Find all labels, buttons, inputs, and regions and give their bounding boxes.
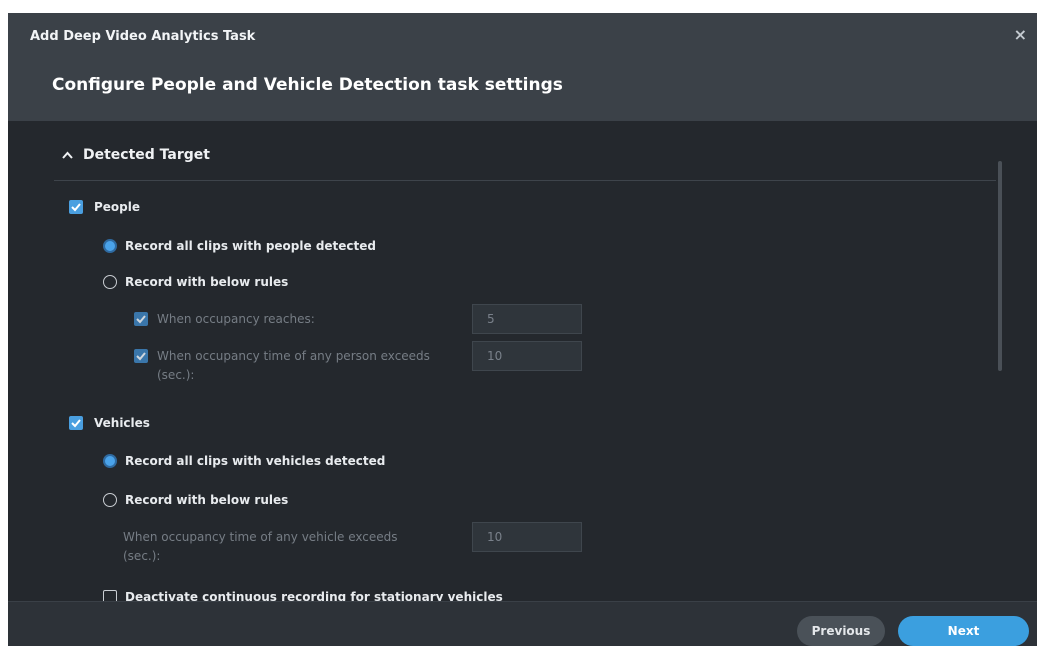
person-occupancy-time-checkbox[interactable] bbox=[134, 349, 148, 363]
content-scrollbar[interactable] bbox=[998, 161, 1002, 371]
vehicles-checkbox[interactable] bbox=[69, 416, 83, 430]
vehicle-occupancy-time-label: When occupancy time of any vehicle excee… bbox=[123, 530, 398, 544]
next-button[interactable]: Next bbox=[898, 616, 1029, 646]
close-icon[interactable]: × bbox=[1014, 25, 1027, 44]
section-divider bbox=[54, 180, 996, 181]
dialog-header: Add Deep Video Analytics Task × Configur… bbox=[8, 13, 1037, 121]
occupancy-reaches-input[interactable]: 5 bbox=[472, 304, 582, 334]
people-record-rules-label: Record with below rules bbox=[125, 275, 289, 289]
person-occupancy-time-unit: (sec.): bbox=[157, 368, 195, 382]
vehicles-record-all-radio[interactable] bbox=[103, 454, 117, 468]
dialog-title: Add Deep Video Analytics Task bbox=[30, 29, 256, 44]
vehicles-record-all-label: Record all clips with vehicles detected bbox=[125, 454, 386, 468]
people-record-all-label: Record all clips with people detected bbox=[125, 239, 377, 253]
chevron-up-icon bbox=[62, 147, 73, 163]
occupancy-reaches-label: When occupancy reaches: bbox=[157, 312, 315, 326]
vehicle-occupancy-time-input[interactable]: 10 bbox=[472, 522, 582, 552]
vehicles-label: Vehicles bbox=[94, 416, 150, 430]
person-occupancy-time-label: When occupancy time of any person exceed… bbox=[157, 349, 430, 363]
dialog-footer: Previous Next bbox=[8, 601, 1037, 646]
settings-content: Detected Target People Record all clips … bbox=[8, 121, 1037, 604]
person-occupancy-time-input[interactable]: 10 bbox=[472, 341, 582, 371]
section-header-detected-target[interactable]: Detected Target bbox=[62, 147, 210, 163]
vehicles-record-rules-label: Record with below rules bbox=[125, 493, 289, 507]
previous-button[interactable]: Previous bbox=[797, 616, 885, 646]
occupancy-reaches-checkbox[interactable] bbox=[134, 312, 148, 326]
vehicle-occupancy-time-unit: (sec.): bbox=[123, 549, 161, 563]
people-label: People bbox=[94, 200, 141, 214]
people-record-rules-radio[interactable] bbox=[103, 275, 117, 289]
step-subtitle: Configure People and Vehicle Detection t… bbox=[52, 75, 563, 95]
people-checkbox[interactable] bbox=[69, 200, 83, 214]
add-task-dialog: Add Deep Video Analytics Task × Configur… bbox=[8, 13, 1037, 646]
section-title: Detected Target bbox=[83, 147, 210, 163]
vehicles-record-rules-radio[interactable] bbox=[103, 493, 117, 507]
people-record-all-radio[interactable] bbox=[103, 239, 117, 253]
